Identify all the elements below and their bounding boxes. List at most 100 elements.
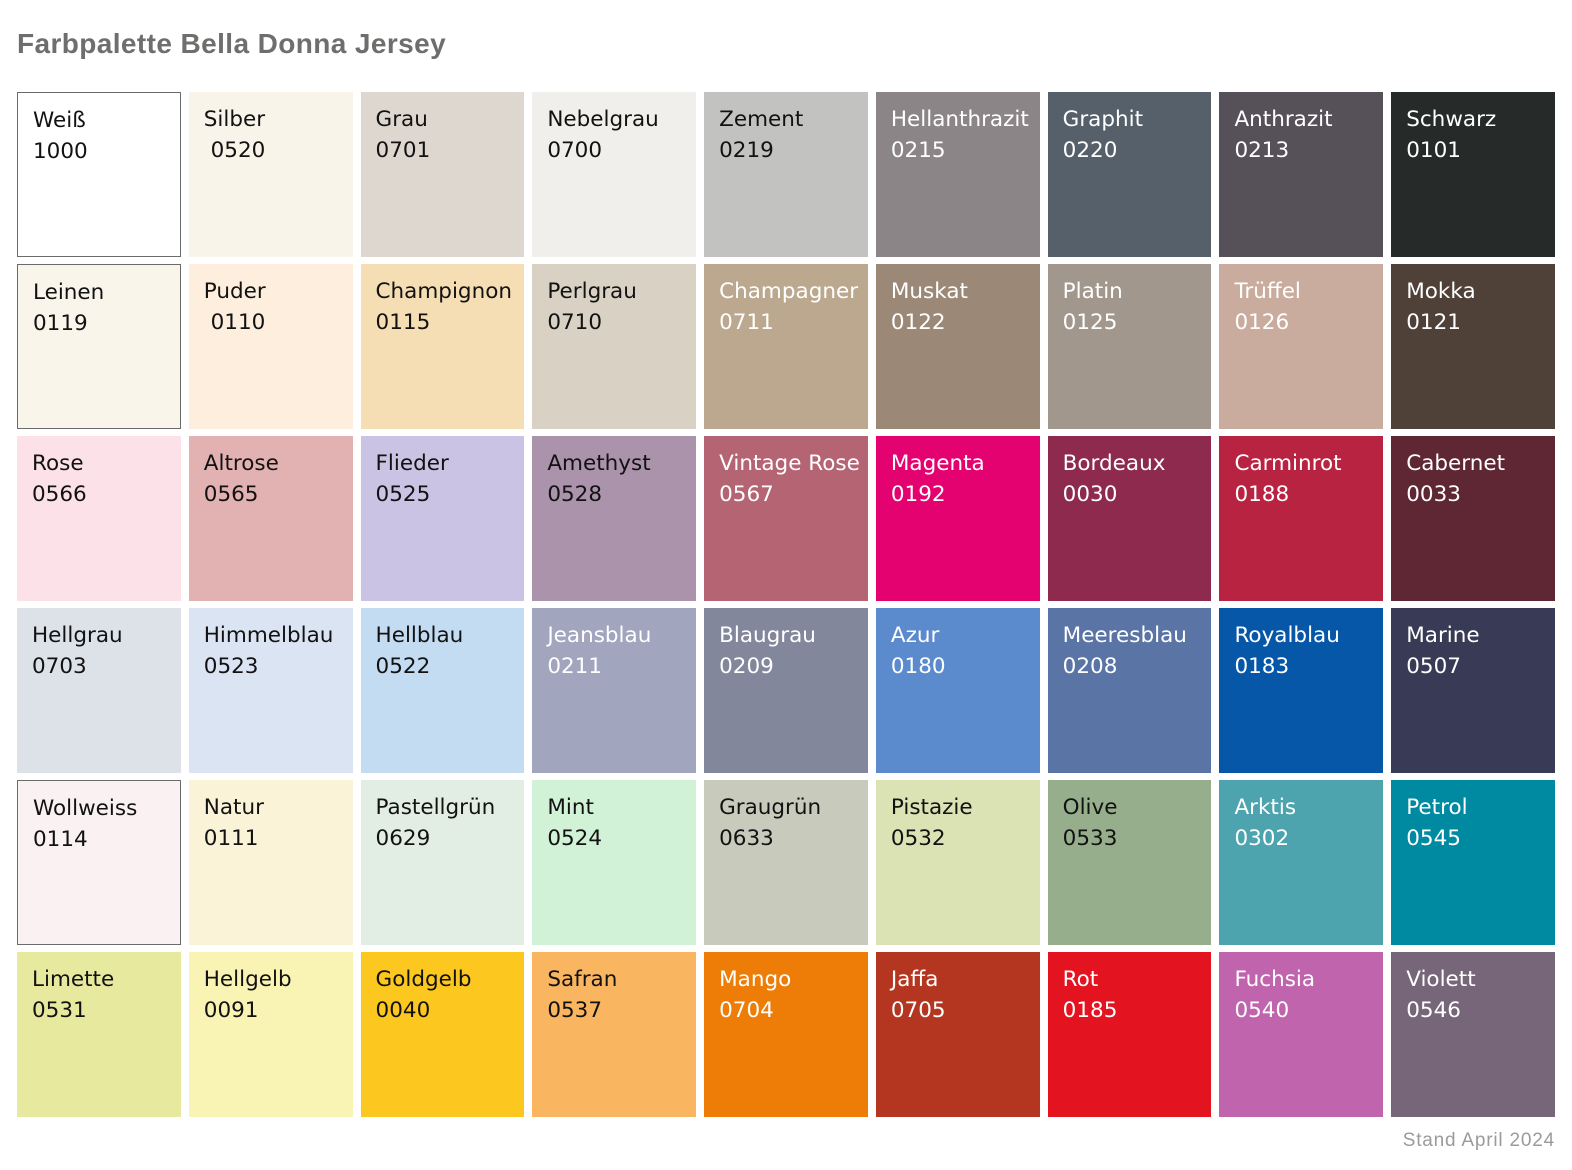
swatch-code: 0115 — [376, 308, 519, 339]
swatch-name: Mint — [547, 793, 690, 824]
color-swatch-muskat: Muskat0122 — [876, 264, 1040, 429]
color-swatch-graphit: Graphit0220 — [1048, 92, 1212, 257]
swatch-name: Pistazie — [891, 793, 1034, 824]
swatch-code: 0101 — [1406, 136, 1549, 167]
swatch-name: Flieder — [376, 449, 519, 480]
color-swatch-blaugrau: Blaugrau0209 — [704, 608, 868, 773]
swatch-code: 0567 — [719, 480, 862, 511]
swatch-code: 0711 — [719, 308, 862, 339]
swatch-code: 0533 — [1063, 824, 1206, 855]
swatch-name: Bordeaux — [1063, 449, 1206, 480]
color-swatch-silber: Silber 0520 — [189, 92, 353, 257]
color-swatch-arktis: Arktis0302 — [1219, 780, 1383, 945]
swatch-name: Arktis — [1234, 793, 1377, 824]
swatch-name: Hellgelb — [204, 965, 347, 996]
swatch-code: 0701 — [376, 136, 519, 167]
swatch-name: Petrol — [1406, 793, 1549, 824]
color-swatch-limette: Limette0531 — [17, 952, 181, 1117]
swatch-code: 0126 — [1234, 308, 1377, 339]
swatch-code: 0523 — [204, 652, 347, 683]
color-swatch-graugruen: Graugrün0633 — [704, 780, 868, 945]
swatch-name: Safran — [547, 965, 690, 996]
swatch-name: Platin — [1063, 277, 1206, 308]
swatch-name: Carminrot — [1234, 449, 1377, 480]
color-swatch-anthrazit: Anthrazit0213 — [1219, 92, 1383, 257]
swatch-name: Muskat — [891, 277, 1034, 308]
swatch-name: Goldgelb — [376, 965, 519, 996]
color-swatch-rose: Rose0566 — [17, 436, 181, 601]
swatch-name: Altrose — [204, 449, 347, 480]
color-swatch-champagner: Champagner0711 — [704, 264, 868, 429]
swatch-name: Azur — [891, 621, 1034, 652]
color-swatch-flieder: Flieder0525 — [361, 436, 525, 601]
swatch-code: 0545 — [1406, 824, 1549, 855]
swatch-name: Nebelgrau — [547, 105, 690, 136]
color-swatch-petrol: Petrol0545 — [1391, 780, 1555, 945]
swatch-code: 0705 — [891, 996, 1034, 1027]
swatch-code: 0188 — [1234, 480, 1377, 511]
swatch-code: 0507 — [1406, 652, 1549, 683]
color-swatch-hellgelb: Hellgelb0091 — [189, 952, 353, 1117]
swatch-code: 0528 — [547, 480, 690, 511]
color-swatch-pistazie: Pistazie0532 — [876, 780, 1040, 945]
swatch-name: Trüffel — [1234, 277, 1377, 308]
swatch-name: Limette — [32, 965, 175, 996]
swatch-code: 0565 — [204, 480, 347, 511]
palette-page: Farbpalette Bella Donna Jersey Weiß1000S… — [0, 0, 1572, 1170]
color-swatch-trueffel: Trüffel0126 — [1219, 264, 1383, 429]
swatch-name: Rose — [32, 449, 175, 480]
swatch-name: Royalblau — [1234, 621, 1377, 652]
swatch-code: 1000 — [33, 137, 174, 168]
color-swatch-champignon: Champignon0115 — [361, 264, 525, 429]
color-swatch-goldgelb: Goldgelb0040 — [361, 952, 525, 1117]
swatch-name: Natur — [204, 793, 347, 824]
swatch-code: 0520 — [204, 136, 347, 167]
swatch-code: 0185 — [1063, 996, 1206, 1027]
color-swatch-olive: Olive0533 — [1048, 780, 1212, 945]
swatch-code: 0524 — [547, 824, 690, 855]
color-swatch-platin: Platin0125 — [1048, 264, 1212, 429]
color-swatch-meeresblau: Meeresblau0208 — [1048, 608, 1212, 773]
color-swatch-mint: Mint0524 — [532, 780, 696, 945]
swatch-code: 0704 — [719, 996, 862, 1027]
swatch-name: Schwarz — [1406, 105, 1549, 136]
color-swatch-royalblau: Royalblau0183 — [1219, 608, 1383, 773]
color-swatch-himmelblau: Himmelblau0523 — [189, 608, 353, 773]
swatch-name: Rot — [1063, 965, 1206, 996]
color-swatch-wollweiss: Wollweiss0114 — [17, 780, 181, 945]
swatch-code: 0537 — [547, 996, 690, 1027]
swatch-code: 0033 — [1406, 480, 1549, 511]
color-swatch-jeansblau: Jeansblau0211 — [532, 608, 696, 773]
swatch-code: 0532 — [891, 824, 1034, 855]
color-swatch-magenta: Magenta0192 — [876, 436, 1040, 601]
color-swatch-hellblau: Hellblau0522 — [361, 608, 525, 773]
color-swatch-amethyst: Amethyst0528 — [532, 436, 696, 601]
swatch-name: Hellgrau — [32, 621, 175, 652]
swatch-name: Cabernet — [1406, 449, 1549, 480]
color-swatch-violett: Violett0546 — [1391, 952, 1555, 1117]
swatch-name: Wollweiss — [33, 794, 174, 825]
swatch-code: 0302 — [1234, 824, 1377, 855]
swatch-code: 0703 — [32, 652, 175, 683]
color-swatch-natur: Natur0111 — [189, 780, 353, 945]
swatch-code: 0111 — [204, 824, 347, 855]
swatch-name: Hellblau — [376, 621, 519, 652]
color-swatch-rot: Rot0185 — [1048, 952, 1212, 1117]
color-swatch-mokka: Mokka0121 — [1391, 264, 1555, 429]
swatch-code: 0091 — [204, 996, 347, 1027]
color-grid: Weiß1000Silber 0520Grau0701Nebelgrau0700… — [17, 92, 1555, 1117]
color-swatch-safran: Safran0537 — [532, 952, 696, 1117]
swatch-name: Pastellgrün — [376, 793, 519, 824]
swatch-code: 0700 — [547, 136, 690, 167]
color-swatch-cabernet: Cabernet0033 — [1391, 436, 1555, 601]
swatch-code: 0633 — [719, 824, 862, 855]
swatch-code: 0211 — [547, 652, 690, 683]
swatch-name: Champignon — [376, 277, 519, 308]
swatch-code: 0114 — [33, 825, 174, 856]
color-swatch-perlgrau: Perlgrau0710 — [532, 264, 696, 429]
swatch-code: 0219 — [719, 136, 862, 167]
color-swatch-jaffa: Jaffa0705 — [876, 952, 1040, 1117]
swatch-code: 0030 — [1063, 480, 1206, 511]
swatch-name: Vintage Rose — [719, 449, 862, 480]
swatch-name: Mokka — [1406, 277, 1549, 308]
